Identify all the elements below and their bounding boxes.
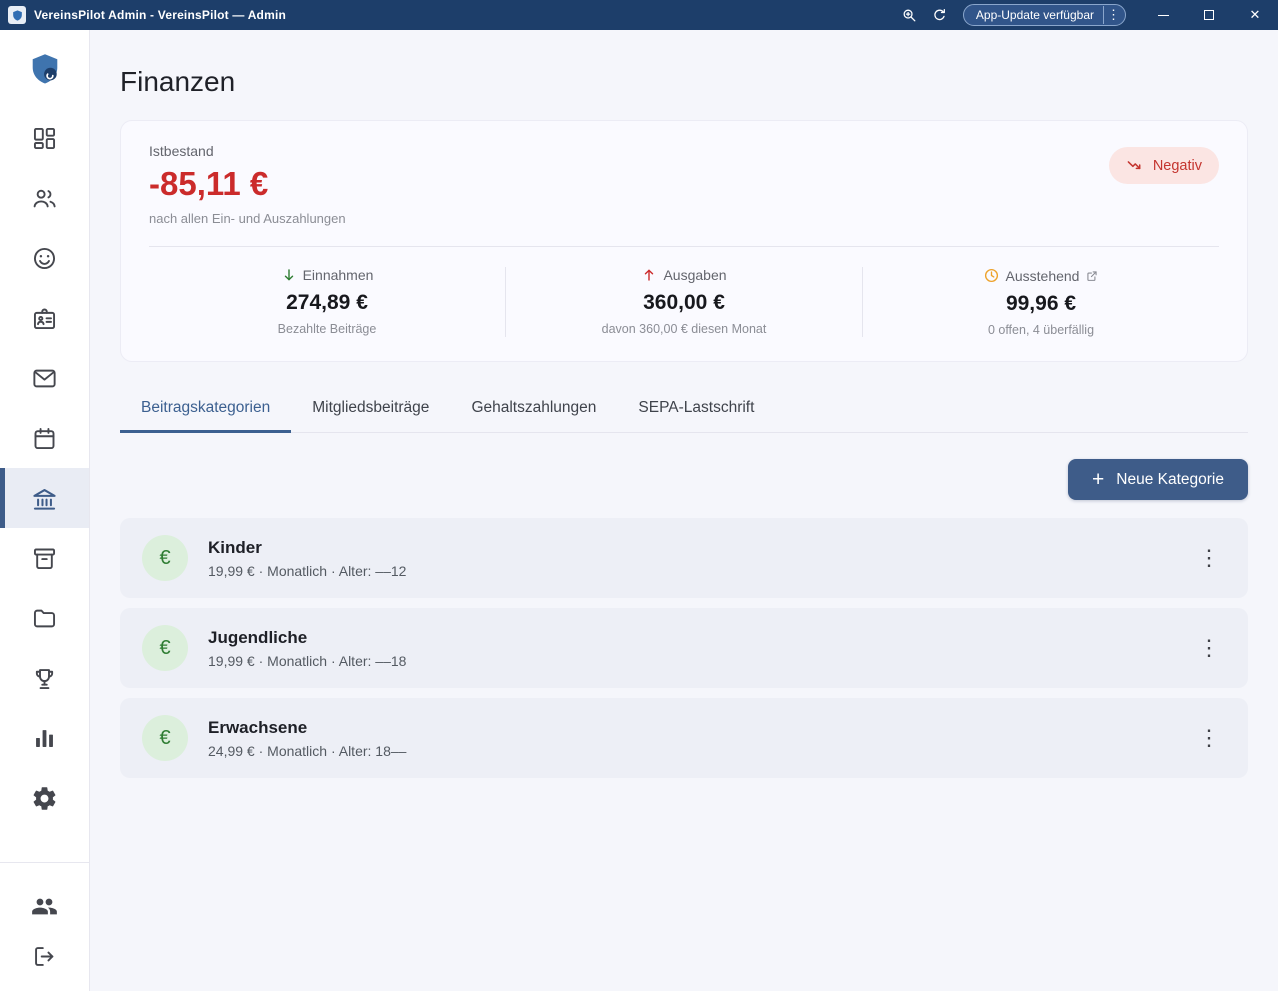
- overview-stats: Einnahmen 274,89 € Bezahlte Beiträge Aus…: [149, 247, 1219, 361]
- category-card-jugendliche[interactable]: € Jugendliche 19,99 € · Monatlich · Alte…: [120, 608, 1248, 688]
- smiley-icon: [31, 245, 58, 272]
- sidebar-item-statistics[interactable]: [0, 708, 89, 768]
- trending-down-icon: [1126, 156, 1145, 175]
- app-icon: [8, 6, 26, 24]
- external-link-icon[interactable]: [1085, 269, 1099, 283]
- calendar-icon: [31, 425, 58, 452]
- ausgaben-value: 360,00 €: [506, 291, 862, 315]
- folder-icon: [31, 605, 58, 632]
- finance-tabs: Beitragskategorien Mitgliedsbeiträge Geh…: [120, 386, 1248, 433]
- einnahmen-label: Einnahmen: [303, 267, 374, 283]
- badge-icon: [31, 305, 58, 332]
- app-update-badge[interactable]: App-Update verfügbar ⋮: [963, 4, 1126, 26]
- tab-beitragskategorien[interactable]: Beitragskategorien: [120, 386, 291, 433]
- istbestand-amount: -85,11 €: [149, 165, 1219, 203]
- sidebar-item-mail[interactable]: [0, 348, 89, 408]
- sidebar-item-badge[interactable]: [0, 288, 89, 348]
- sidebar-item-trophies[interactable]: [0, 648, 89, 708]
- archive-icon: [31, 545, 58, 572]
- sidebar-item-groups[interactable]: [0, 881, 89, 931]
- ausstehend-label: Ausstehend: [1006, 268, 1080, 284]
- sidebar-item-documents[interactable]: [0, 588, 89, 648]
- category-card-erwachsene[interactable]: € Erwachsene 24,99 € · Monatlich · Alter…: [120, 698, 1248, 778]
- einnahmen-sub: Bezahlte Beiträge: [149, 322, 505, 336]
- kebab-menu-icon[interactable]: ⋮: [1192, 721, 1226, 755]
- new-category-button[interactable]: + Neue Kategorie: [1068, 459, 1248, 500]
- clock-icon: [983, 267, 1000, 284]
- einnahmen-value: 274,89 €: [149, 291, 505, 315]
- app-logo-icon: [11, 9, 24, 22]
- sidebar-item-settings[interactable]: [0, 768, 89, 828]
- tab-sepa-lastschrift[interactable]: SEPA-Lastschrift: [617, 386, 775, 433]
- category-details: 19,99 € · Monatlich · Alter: ––12: [208, 563, 406, 579]
- istbestand-subtitle: nach allen Ein- und Auszahlungen: [149, 211, 1219, 226]
- arrow-up-icon: [641, 267, 657, 283]
- close-button[interactable]: ✕: [1232, 0, 1278, 30]
- euro-icon: €: [142, 535, 188, 581]
- sidebar-item-inventory[interactable]: [0, 528, 89, 588]
- update-menu-icon[interactable]: ⋮: [1103, 6, 1123, 24]
- bank-icon: [31, 485, 58, 512]
- new-category-label: Neue Kategorie: [1116, 471, 1224, 489]
- negativ-badge-label: Negativ: [1153, 158, 1202, 174]
- bar-chart-icon: [31, 725, 58, 752]
- tab-gehaltszahlungen[interactable]: Gehaltszahlungen: [450, 386, 617, 433]
- maximize-button[interactable]: [1186, 0, 1232, 30]
- sidebar-item-mood[interactable]: [0, 228, 89, 288]
- ausstehend-value: 99,96 €: [863, 292, 1219, 316]
- sidebar-item-calendar[interactable]: [0, 408, 89, 468]
- sidebar-item-logout[interactable]: [0, 931, 89, 981]
- sidebar-bottom-section: [0, 862, 89, 991]
- category-card-kinder[interactable]: € Kinder 19,99 € · Monatlich · Alter: ––…: [120, 518, 1248, 598]
- ausgaben-label: Ausgaben: [663, 267, 726, 283]
- stat-einnahmen: Einnahmen 274,89 € Bezahlte Beiträge: [149, 267, 505, 337]
- tab-mitgliedsbeitraege[interactable]: Mitgliedsbeiträge: [291, 386, 450, 433]
- ausstehend-sub: 0 offen, 4 überfällig: [863, 323, 1219, 337]
- istbestand-label: Istbestand: [149, 143, 1219, 159]
- groups-icon: [31, 893, 58, 920]
- trophy-icon: [31, 665, 58, 692]
- category-details: 24,99 € · Monatlich · Alter: 18––: [208, 743, 406, 759]
- restart-update-icon[interactable]: [925, 0, 955, 30]
- euro-icon: €: [142, 625, 188, 671]
- sidebar-item-dashboard[interactable]: [0, 108, 89, 168]
- dashboard-icon: [31, 125, 58, 152]
- mail-icon: [31, 365, 58, 392]
- plus-icon: +: [1092, 469, 1104, 490]
- app-update-label: App-Update verfügbar: [976, 8, 1094, 22]
- stat-ausgaben: Ausgaben 360,00 € davon 360,00 € diesen …: [505, 267, 862, 337]
- titlebar: VereinsPilot Admin - VereinsPilot — Admi…: [0, 0, 1278, 30]
- category-name: Jugendliche: [208, 628, 406, 648]
- main-content: Finanzen Istbestand -85,11 € nach allen …: [90, 30, 1278, 991]
- kebab-menu-icon[interactable]: ⋮: [1192, 541, 1226, 575]
- sidebar-item-finance[interactable]: [0, 468, 89, 528]
- window-title: VereinsPilot Admin - VereinsPilot — Admi…: [34, 8, 286, 22]
- ausgaben-sub: davon 360,00 € diesen Monat: [506, 322, 862, 336]
- category-name: Kinder: [208, 538, 406, 558]
- category-name: Erwachsene: [208, 718, 406, 738]
- minimize-button[interactable]: [1140, 0, 1186, 30]
- arrow-down-icon: [281, 267, 297, 283]
- minimize-icon: [1158, 15, 1169, 16]
- sidebar-item-members[interactable]: [0, 168, 89, 228]
- people-icon: [31, 185, 58, 212]
- stat-ausstehend: Ausstehend 99,96 € 0 offen, 4 überfällig: [862, 267, 1219, 337]
- actions-row: + Neue Kategorie: [120, 459, 1248, 500]
- category-list: € Kinder 19,99 € · Monatlich · Alter: ––…: [120, 518, 1248, 778]
- app-logo: [0, 30, 89, 108]
- vereinspilot-logo-icon: [27, 51, 63, 87]
- euro-icon: €: [142, 715, 188, 761]
- negativ-badge: Negativ: [1109, 147, 1219, 184]
- category-details: 19,99 € · Monatlich · Alter: ––18: [208, 653, 406, 669]
- gear-icon: [31, 785, 58, 812]
- sidebar: [0, 30, 90, 991]
- zoom-icon[interactable]: [895, 0, 925, 30]
- page-title: Finanzen: [120, 66, 1248, 98]
- maximize-icon: [1204, 10, 1214, 20]
- kebab-menu-icon[interactable]: ⋮: [1192, 631, 1226, 665]
- logout-icon: [31, 943, 58, 970]
- finance-overview-card: Istbestand -85,11 € nach allen Ein- und …: [120, 120, 1248, 362]
